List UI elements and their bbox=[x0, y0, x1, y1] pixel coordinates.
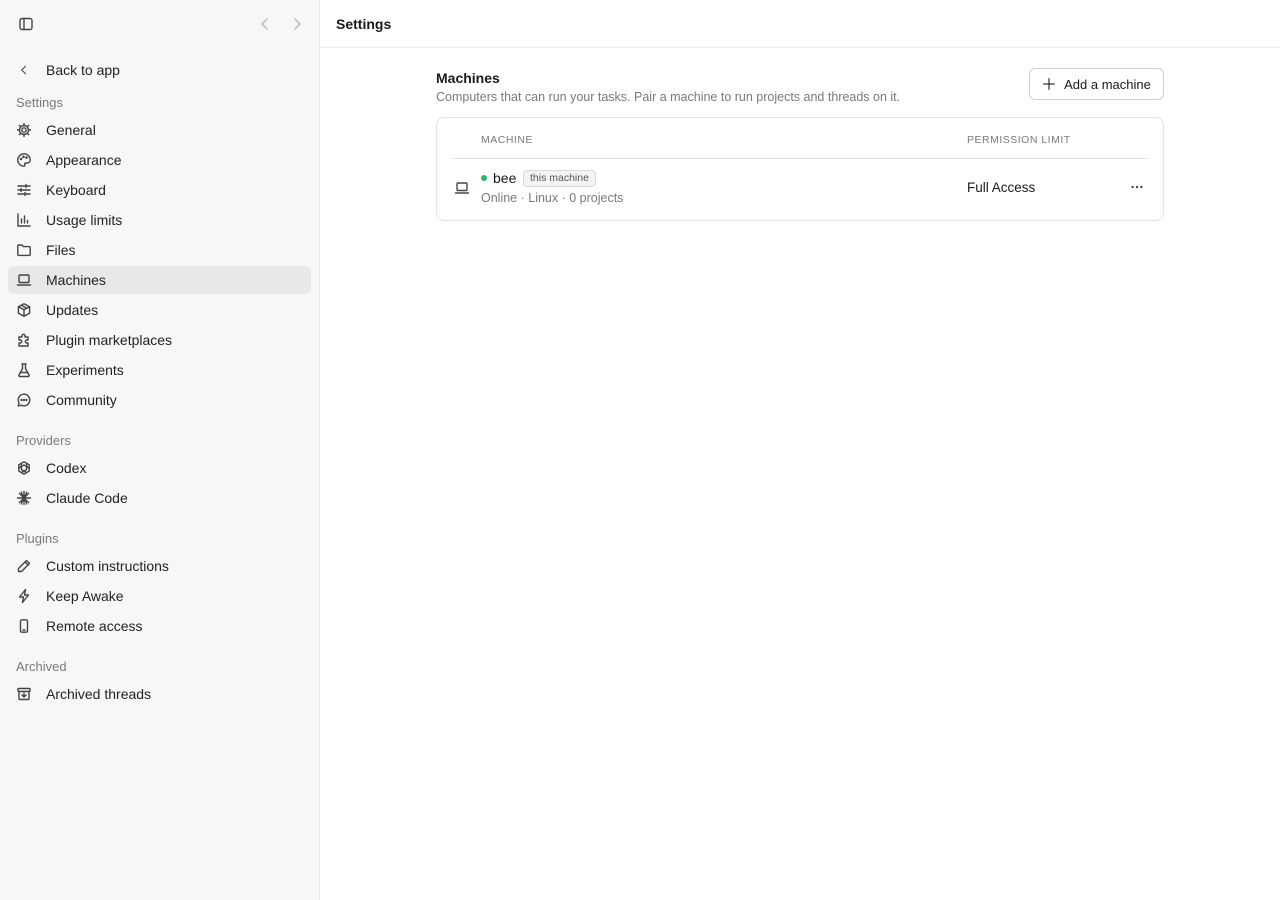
sidebar-item-codex[interactable]: Codex bbox=[8, 454, 311, 482]
sliders-icon bbox=[16, 181, 32, 199]
permission-limit-value: Full Access bbox=[967, 180, 1036, 195]
laptop-icon bbox=[16, 271, 32, 289]
pencil-icon bbox=[16, 557, 32, 575]
chevron-left-icon[interactable] bbox=[256, 15, 274, 33]
sidebar-topbar bbox=[0, 0, 320, 48]
back-to-app-link[interactable]: Back to app bbox=[8, 56, 311, 84]
back-to-app-label: Back to app bbox=[46, 62, 120, 78]
sidebar-item-appearance[interactable]: Appearance bbox=[8, 146, 311, 174]
sidebar-item-updates[interactable]: Updates bbox=[8, 296, 311, 324]
palette-icon bbox=[16, 151, 32, 169]
sidebar-item-label: Plugin marketplaces bbox=[46, 332, 173, 348]
section-label-archived: Archived bbox=[16, 659, 67, 674]
phone-icon bbox=[16, 617, 32, 635]
sidebar-item-machines[interactable]: Machines bbox=[8, 266, 311, 294]
asterisk-icon bbox=[16, 489, 32, 507]
page-title: Settings bbox=[336, 16, 392, 32]
sidebar-item-remote-access[interactable]: Remote access bbox=[8, 612, 311, 640]
sidebar-item-label: Keep Awake bbox=[46, 588, 124, 604]
sidebar-item-community[interactable]: Community bbox=[8, 386, 311, 414]
sidebar-item-label: Archived threads bbox=[46, 686, 152, 702]
sidebar-item-label: Machines bbox=[46, 272, 106, 288]
table-row[interactable]: bee this machine Online · Linux · 0 proj… bbox=[437, 159, 1163, 219]
archive-icon bbox=[16, 685, 32, 703]
bolt-icon bbox=[16, 587, 32, 605]
online-status-dot bbox=[481, 175, 487, 181]
bar-chart-icon bbox=[16, 211, 32, 229]
sidebar-toggle-icon[interactable] bbox=[17, 15, 35, 33]
sidebar-item-keyboard[interactable]: Keyboard bbox=[8, 176, 311, 204]
this-machine-badge: this machine bbox=[523, 170, 596, 187]
sidebar-item-experiments[interactable]: Experiments bbox=[8, 356, 311, 384]
sidebar-item-files[interactable]: Files bbox=[8, 236, 311, 264]
sidebar-item-plugin-marketplaces[interactable]: Plugin marketplaces bbox=[8, 326, 311, 354]
chat-icon bbox=[16, 391, 32, 409]
sidebar-item-label: Codex bbox=[46, 460, 87, 476]
sidebar-item-label: Community bbox=[46, 392, 117, 408]
openai-icon bbox=[16, 459, 32, 477]
sidebar-item-archived-threads[interactable]: Archived threads bbox=[8, 680, 311, 708]
sidebar-item-label: Custom instructions bbox=[46, 558, 169, 574]
sidebar-item-label: Updates bbox=[46, 302, 99, 318]
sidebar-item-keep-awake[interactable]: Keep Awake bbox=[8, 582, 311, 610]
section-label-providers: Providers bbox=[16, 433, 71, 448]
column-header-permission-limit: PERMISSION LIMIT bbox=[967, 134, 1071, 146]
sidebar-item-label: Keyboard bbox=[46, 182, 106, 198]
gear-icon bbox=[16, 121, 32, 139]
section-label-plugins: Plugins bbox=[16, 531, 59, 546]
laptop-icon bbox=[453, 179, 471, 197]
sidebar: Back to app Settings General Appearance … bbox=[0, 0, 320, 900]
sidebar-item-label: General bbox=[46, 122, 96, 138]
sidebar-item-label: Usage limits bbox=[46, 212, 123, 228]
more-horizontal-icon[interactable] bbox=[1127, 177, 1147, 197]
puzzle-icon bbox=[16, 331, 32, 349]
plus-icon bbox=[1042, 75, 1056, 93]
chevron-right-icon[interactable] bbox=[288, 15, 306, 33]
folder-icon bbox=[16, 241, 32, 259]
section-subtitle: Computers that can run your tasks. Pair … bbox=[436, 90, 901, 104]
machine-name: bee bbox=[493, 170, 517, 186]
sidebar-item-label: Experiments bbox=[46, 362, 124, 378]
machines-table: MACHINE PERMISSION LIMIT bee this machin… bbox=[436, 117, 1164, 221]
section-title: Machines bbox=[436, 70, 500, 86]
flask-icon bbox=[16, 361, 32, 379]
package-icon bbox=[16, 301, 32, 319]
main-header: Settings bbox=[320, 0, 1280, 48]
sidebar-item-claude-code[interactable]: Claude Code bbox=[8, 484, 311, 512]
sidebar-item-custom-instructions[interactable]: Custom instructions bbox=[8, 552, 311, 580]
add-machine-label: Add a machine bbox=[1064, 76, 1151, 92]
section-label-settings: Settings bbox=[16, 95, 63, 110]
sidebar-item-label: Appearance bbox=[46, 152, 122, 168]
chevron-left-icon bbox=[16, 61, 32, 79]
sidebar-item-label: Remote access bbox=[46, 618, 143, 634]
add-machine-button[interactable]: Add a machine bbox=[1029, 68, 1164, 100]
sidebar-item-label: Files bbox=[46, 242, 76, 258]
column-header-machine: MACHINE bbox=[481, 134, 533, 146]
machine-meta: Online · Linux · 0 projects bbox=[481, 191, 624, 205]
sidebar-item-usage-limits[interactable]: Usage limits bbox=[8, 206, 311, 234]
sidebar-item-general[interactable]: General bbox=[8, 116, 311, 144]
sidebar-item-label: Claude Code bbox=[46, 490, 128, 506]
